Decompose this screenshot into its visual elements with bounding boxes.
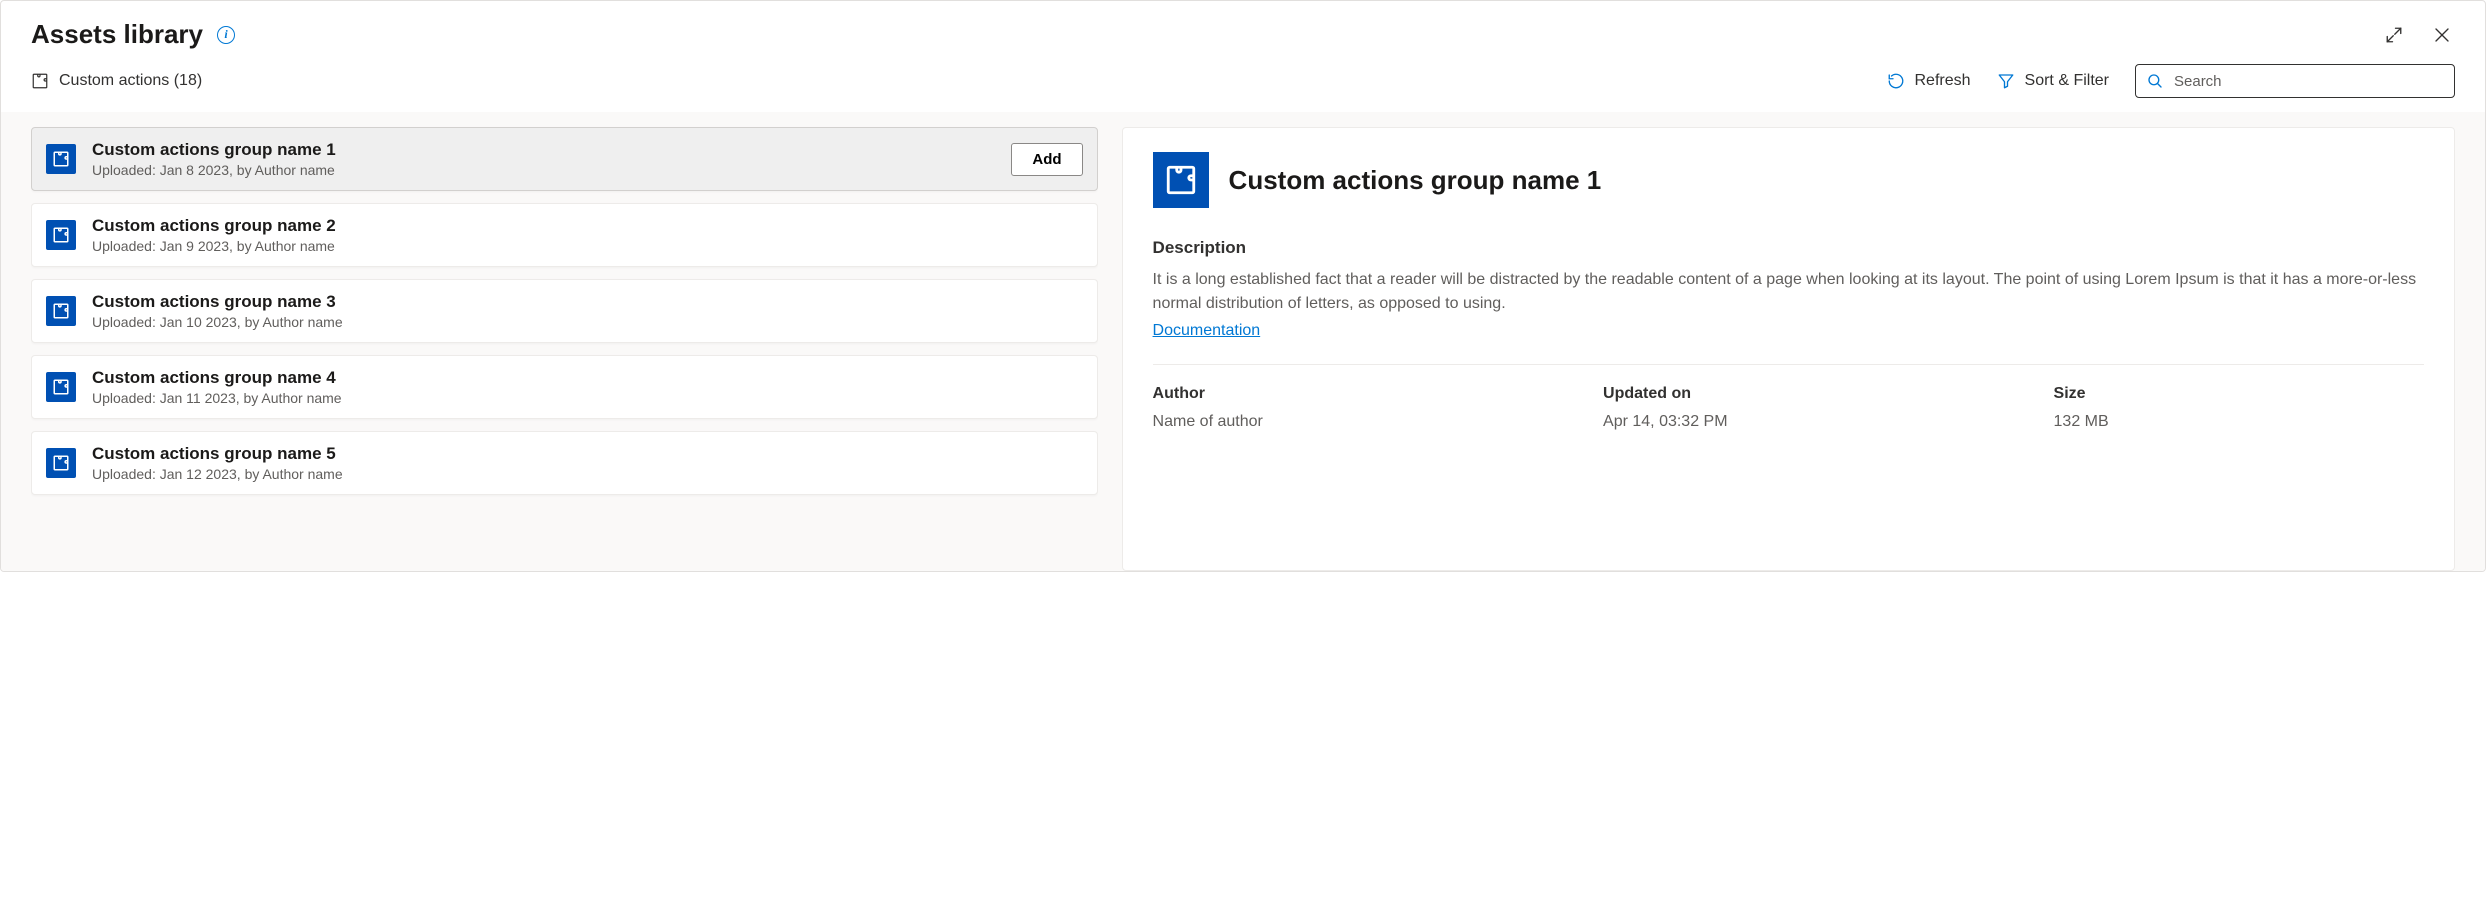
header-left: Assets library i bbox=[31, 19, 235, 50]
updated-cell: Updated on Apr 14, 03:32 PM bbox=[1603, 385, 1973, 431]
info-icon[interactable]: i bbox=[217, 26, 235, 44]
refresh-label: Refresh bbox=[1915, 72, 1971, 90]
detail-meta-row: Author Name of author Updated on Apr 14,… bbox=[1153, 364, 2424, 431]
page-title: Assets library bbox=[31, 19, 203, 50]
puzzle-icon bbox=[46, 296, 76, 326]
list-item-meta: Uploaded: Jan 10 2023, by Author name bbox=[92, 314, 1083, 330]
list-item-body: Custom actions group name 3 Uploaded: Ja… bbox=[92, 292, 1083, 330]
list-item-meta: Uploaded: Jan 11 2023, by Author name bbox=[92, 390, 1083, 406]
content-area: Custom actions group name 1 Uploaded: Ja… bbox=[1, 112, 2485, 571]
puzzle-icon bbox=[46, 448, 76, 478]
list-item[interactable]: Custom actions group name 4 Uploaded: Ja… bbox=[31, 355, 1098, 419]
author-cell: Author Name of author bbox=[1153, 385, 1523, 431]
list-item-meta: Uploaded: Jan 8 2023, by Author name bbox=[92, 162, 995, 178]
search-field[interactable] bbox=[2135, 64, 2455, 98]
list-item-title: Custom actions group name 5 bbox=[92, 444, 1083, 464]
list-item-meta: Uploaded: Jan 12 2023, by Author name bbox=[92, 466, 1083, 482]
list-item-title: Custom actions group name 1 bbox=[92, 140, 995, 160]
refresh-icon bbox=[1887, 72, 1905, 90]
toolbar-right: Refresh Sort & Filter bbox=[1887, 64, 2456, 98]
list-column: Custom actions group name 1 Uploaded: Ja… bbox=[31, 113, 1098, 571]
puzzle-icon bbox=[46, 144, 76, 174]
assets-library-panel: Assets library i Custom actions (18) bbox=[0, 0, 2486, 572]
puzzle-icon bbox=[1153, 152, 1209, 208]
filter-icon bbox=[1997, 72, 2015, 90]
add-button[interactable]: Add bbox=[1011, 143, 1082, 176]
list-item-body: Custom actions group name 5 Uploaded: Ja… bbox=[92, 444, 1083, 482]
list-item[interactable]: Custom actions group name 1 Uploaded: Ja… bbox=[31, 127, 1098, 191]
size-value: 132 MB bbox=[2054, 413, 2424, 431]
updated-value: Apr 14, 03:32 PM bbox=[1603, 413, 1973, 431]
updated-label: Updated on bbox=[1603, 385, 1973, 403]
search-icon bbox=[2146, 72, 2164, 90]
expand-icon[interactable] bbox=[2381, 22, 2407, 48]
list-item-body: Custom actions group name 1 Uploaded: Ja… bbox=[92, 140, 995, 178]
size-label: Size bbox=[2054, 385, 2424, 403]
detail-header: Custom actions group name 1 bbox=[1153, 152, 2424, 208]
sort-filter-label: Sort & Filter bbox=[2025, 72, 2109, 90]
sort-filter-button[interactable]: Sort & Filter bbox=[1997, 72, 2109, 90]
detail-panel: Custom actions group name 1 Description … bbox=[1122, 127, 2455, 571]
panel-header: Assets library i bbox=[1, 1, 2485, 60]
list-item-body: Custom actions group name 4 Uploaded: Ja… bbox=[92, 368, 1083, 406]
author-value: Name of author bbox=[1153, 413, 1523, 431]
size-cell: Size 132 MB bbox=[2054, 385, 2424, 431]
description-text: It is a long established fact that a rea… bbox=[1153, 268, 2424, 316]
puzzle-icon bbox=[31, 72, 49, 90]
detail-title: Custom actions group name 1 bbox=[1229, 165, 1602, 196]
description-label: Description bbox=[1153, 238, 2424, 258]
toolbar: Custom actions (18) Refresh Sort & Filte… bbox=[1, 60, 2485, 112]
documentation-link[interactable]: Documentation bbox=[1153, 322, 1261, 340]
refresh-button[interactable]: Refresh bbox=[1887, 72, 1971, 90]
list-item[interactable]: Custom actions group name 3 Uploaded: Ja… bbox=[31, 279, 1098, 343]
puzzle-icon bbox=[46, 220, 76, 250]
list-item-body: Custom actions group name 2 Uploaded: Ja… bbox=[92, 216, 1083, 254]
list-item-title: Custom actions group name 4 bbox=[92, 368, 1083, 388]
list-item-title: Custom actions group name 3 bbox=[92, 292, 1083, 312]
list-item[interactable]: Custom actions group name 5 Uploaded: Ja… bbox=[31, 431, 1098, 495]
list-item-meta: Uploaded: Jan 9 2023, by Author name bbox=[92, 238, 1083, 254]
list-item[interactable]: Custom actions group name 2 Uploaded: Ja… bbox=[31, 203, 1098, 267]
puzzle-icon bbox=[46, 372, 76, 402]
toolbar-left: Custom actions (18) bbox=[31, 72, 202, 90]
header-right bbox=[2381, 22, 2455, 48]
list-item-title: Custom actions group name 2 bbox=[92, 216, 1083, 236]
category-label: Custom actions (18) bbox=[59, 72, 202, 90]
close-icon[interactable] bbox=[2429, 22, 2455, 48]
search-input[interactable] bbox=[2174, 73, 2444, 90]
author-label: Author bbox=[1153, 385, 1523, 403]
